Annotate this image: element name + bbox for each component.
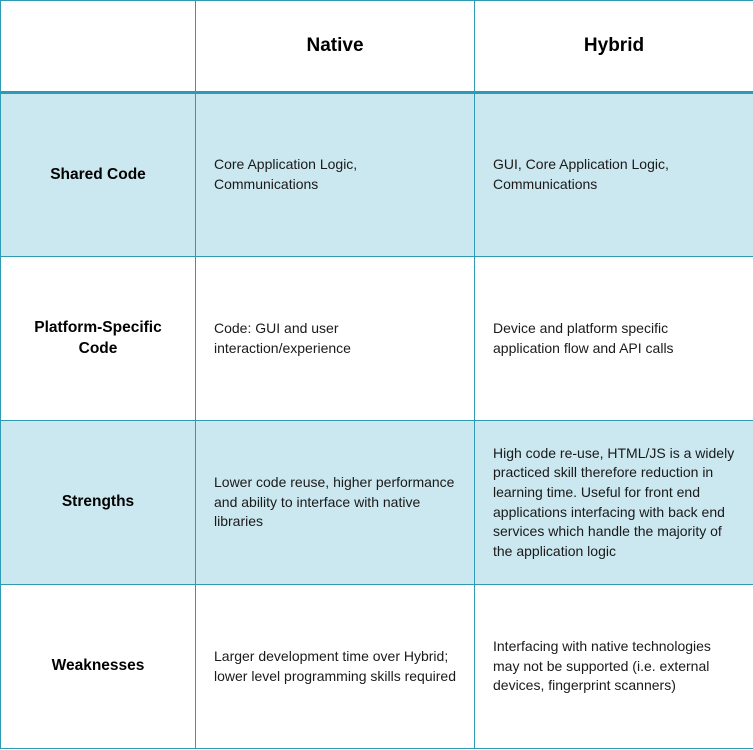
comparison-table: Native Hybrid Shared Code Core Applicati…	[0, 0, 753, 749]
row-label: Strengths	[1, 421, 196, 585]
cell-native: Lower code reuse, higher performance and…	[196, 421, 475, 585]
cell-hybrid: High code re-use, HTML/JS is a widely pr…	[475, 421, 753, 585]
cell-native: Core Application Logic, Communications	[196, 93, 475, 257]
cell-hybrid: GUI, Core Application Logic, Communicati…	[475, 93, 753, 257]
row-label: Shared Code	[1, 93, 196, 257]
table-row: Platform-Specific Code Code: GUI and use…	[1, 257, 753, 421]
row-label: Platform-Specific Code	[1, 257, 196, 421]
table-row: Shared Code Core Application Logic, Comm…	[1, 93, 753, 257]
cell-native: Larger development time over Hybrid; low…	[196, 585, 475, 749]
table-row: Weaknesses Larger development time over …	[1, 585, 753, 749]
cell-hybrid: Interfacing with native technologies may…	[475, 585, 753, 749]
header-empty	[1, 1, 196, 93]
header-native: Native	[196, 1, 475, 93]
cell-native: Code: GUI and user interaction/experienc…	[196, 257, 475, 421]
table-header-row: Native Hybrid	[1, 1, 753, 93]
row-label: Weaknesses	[1, 585, 196, 749]
cell-hybrid: Device and platform specific application…	[475, 257, 753, 421]
table-row: Strengths Lower code reuse, higher perfo…	[1, 421, 753, 585]
header-hybrid: Hybrid	[475, 1, 753, 93]
